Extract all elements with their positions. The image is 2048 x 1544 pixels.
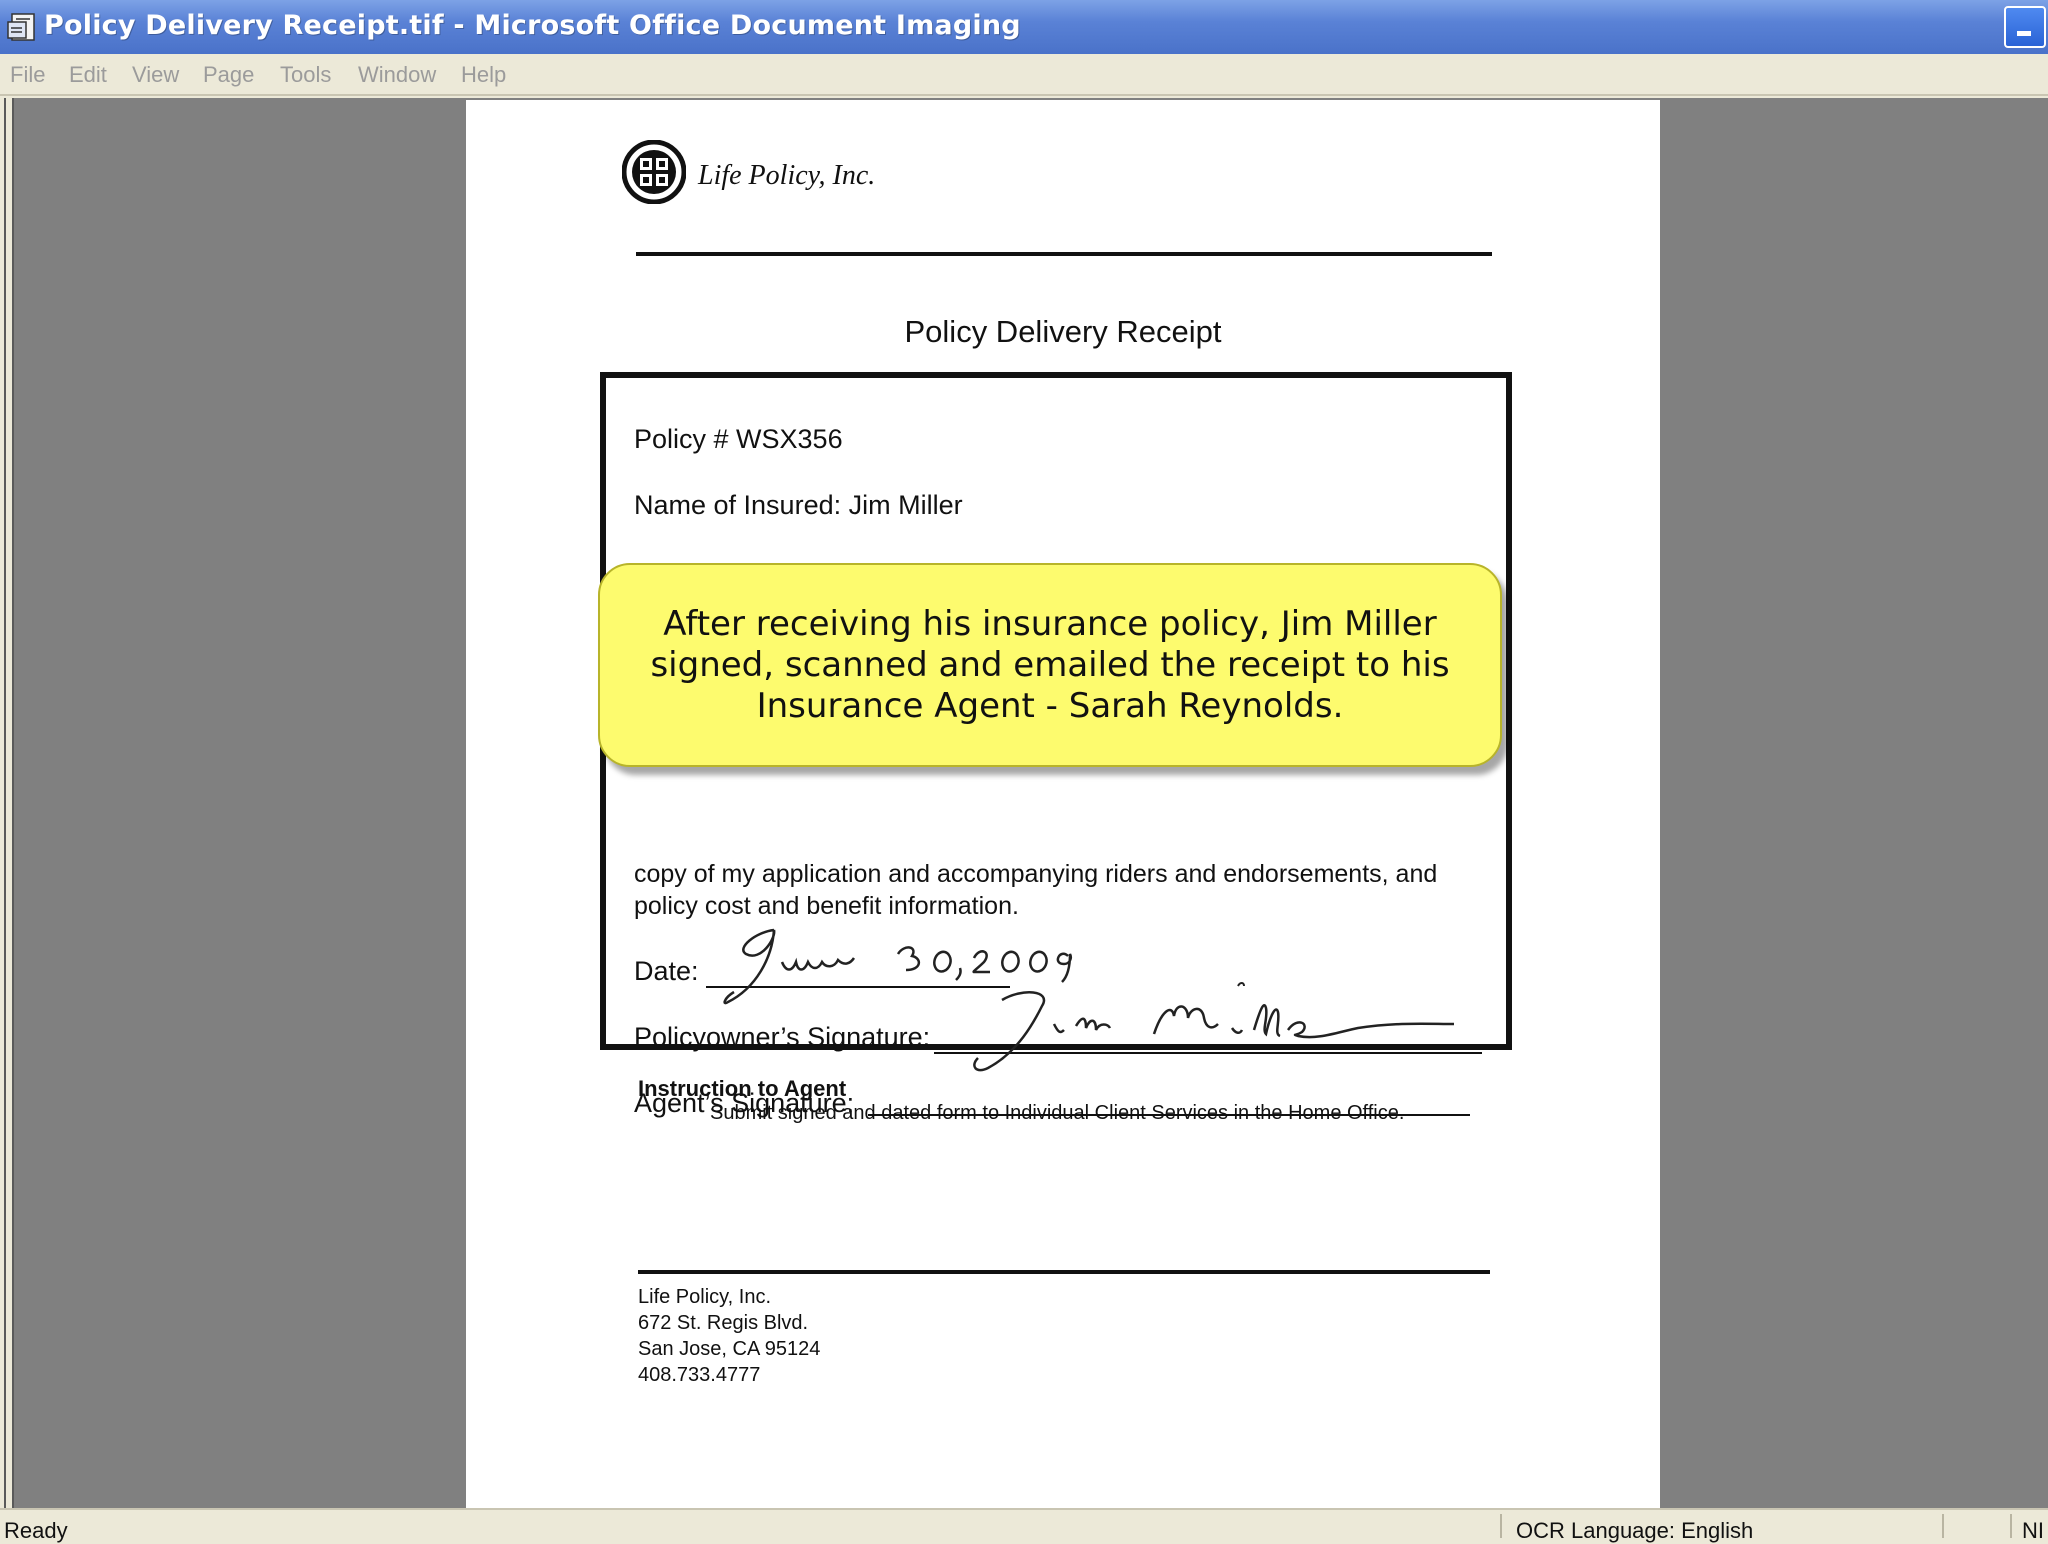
address-street: 672 St. Regis Blvd. <box>638 1312 809 1334</box>
policyowner-signature-label: Policyowner’s Signature: <box>634 1022 931 1052</box>
address-phone: 408.733.4777 <box>638 1364 761 1386</box>
policy-number: Policy # WSX356 <box>634 424 843 454</box>
menu-help[interactable]: Help <box>461 60 506 90</box>
instruction-heading: Instruction to Agent <box>638 1076 847 1101</box>
thumbnail-pane-edge[interactable] <box>0 98 14 1508</box>
status-separator <box>2010 1514 2012 1538</box>
company-logo-icon <box>622 140 686 204</box>
address-city: San Jose, CA 95124 <box>638 1338 821 1360</box>
status-bar: Ready OCR Language: English NI <box>0 1508 2048 1543</box>
header-rule <box>636 252 1492 256</box>
status-ocr-language: OCR Language: English <box>1516 1518 1754 1543</box>
minimize-icon <box>2017 31 2031 36</box>
document-page: Life Policy, Inc. Policy Delivery Receip… <box>466 100 1660 1508</box>
insured-name: Name of Insured: Jim Miller <box>634 490 963 520</box>
instruction-text: Submit signed and dated form to Individu… <box>710 1102 1405 1124</box>
menu-tools[interactable]: Tools <box>280 60 331 90</box>
menu-page[interactable]: Page <box>203 60 254 90</box>
window-title: Policy Delivery Receipt.tif - Microsoft … <box>44 10 1021 41</box>
menu-bar: File Edit View Page Tools Window Help <box>0 54 2048 96</box>
status-separator <box>1500 1514 1502 1538</box>
minimize-button[interactable] <box>2004 6 2046 48</box>
menu-window[interactable]: Window <box>358 60 436 90</box>
address-company: Life Policy, Inc. <box>638 1286 772 1308</box>
callout-text: After receiving his insurance policy, Ji… <box>650 603 1450 726</box>
status-indicator: NI <box>2022 1518 2044 1543</box>
company-name: Life Policy, Inc. <box>698 160 876 191</box>
status-ready: Ready <box>4 1518 68 1543</box>
handwritten-policyowner-signature <box>973 982 1455 1072</box>
menu-file[interactable]: File <box>10 60 45 90</box>
title-bar: Policy Delivery Receipt.tif - Microsoft … <box>0 0 2048 54</box>
document-imaging-icon[interactable] <box>6 10 40 44</box>
acknowledgement-text: copy of my application and accompanying … <box>634 860 1438 920</box>
date-label: Date: <box>634 956 699 986</box>
status-separator <box>1942 1514 1944 1538</box>
footer-rule <box>638 1270 1490 1274</box>
menu-view[interactable]: View <box>132 60 179 90</box>
tutorial-callout: After receiving his insurance policy, Ji… <box>598 563 1502 767</box>
menu-edit[interactable]: Edit <box>69 60 107 90</box>
document-title: Policy Delivery Receipt <box>904 314 1222 349</box>
